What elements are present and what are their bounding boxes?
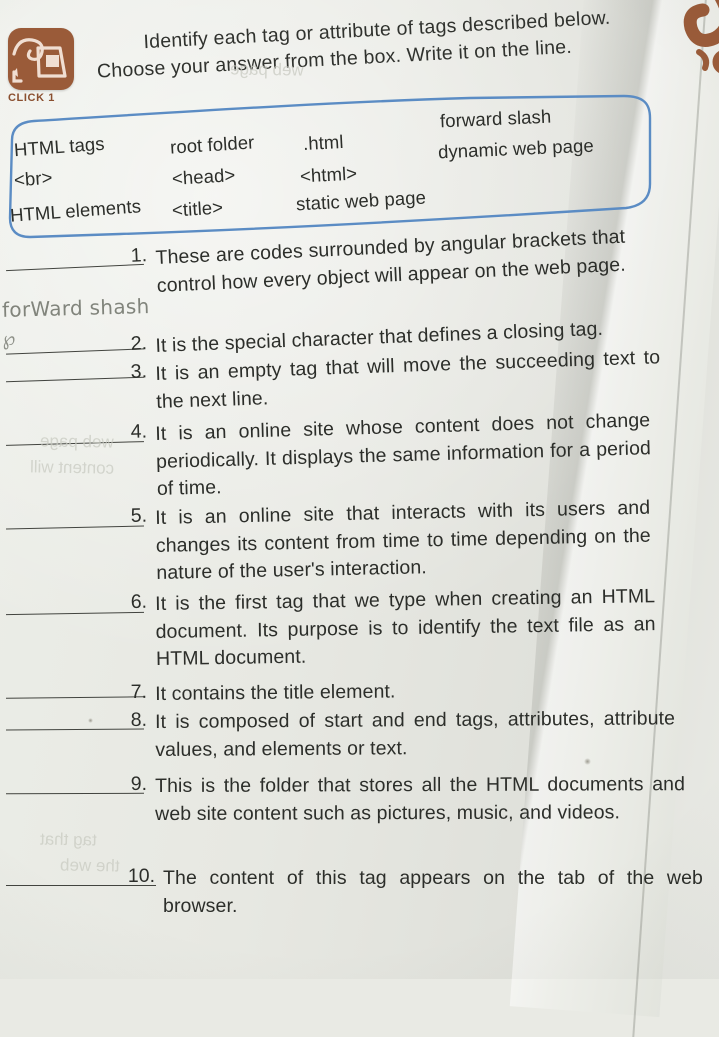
question-number: 5. (130, 504, 148, 527)
question-text: The content of this tag appears on the t… (163, 867, 703, 917)
handwritten-mark: ℘ (0, 327, 17, 351)
question-text: It contains the title element. (155, 680, 396, 705)
handwritten-answer-2: forWard shash (1, 294, 150, 322)
question-number: 9. (130, 772, 148, 795)
question-number: 6. (130, 590, 148, 613)
word-box-item: <html> (299, 162, 358, 187)
question-text: This is the folder that stores all the H… (155, 773, 686, 825)
question-text: It is composed of start and end tags, at… (155, 707, 676, 761)
question-number: 8. (130, 708, 148, 731)
question-number: 2. (130, 332, 148, 355)
word-box-item: <br> (13, 166, 54, 191)
mouse-click-icon (8, 28, 74, 90)
question-text: It is an online site whose content does … (155, 409, 652, 500)
question-number: 1. (130, 244, 148, 267)
word-box: HTML tags root folder .html forward slash dy… (0, 92, 660, 242)
word-box-item: .html (302, 130, 345, 155)
question-number: 7. (130, 680, 148, 703)
question-text: It is the first tag that we type when cr… (155, 585, 656, 670)
pencil-smudge (584, 758, 591, 765)
question-number: 3. (130, 360, 148, 383)
word-box-item: <head> (171, 164, 236, 189)
question-text: It is an online site that interacts with… (155, 496, 651, 584)
word-box-item: <title> (171, 196, 224, 221)
question-number: 4. (130, 420, 148, 443)
question-number: 10. (127, 865, 155, 887)
pencil-smudge (88, 718, 93, 723)
